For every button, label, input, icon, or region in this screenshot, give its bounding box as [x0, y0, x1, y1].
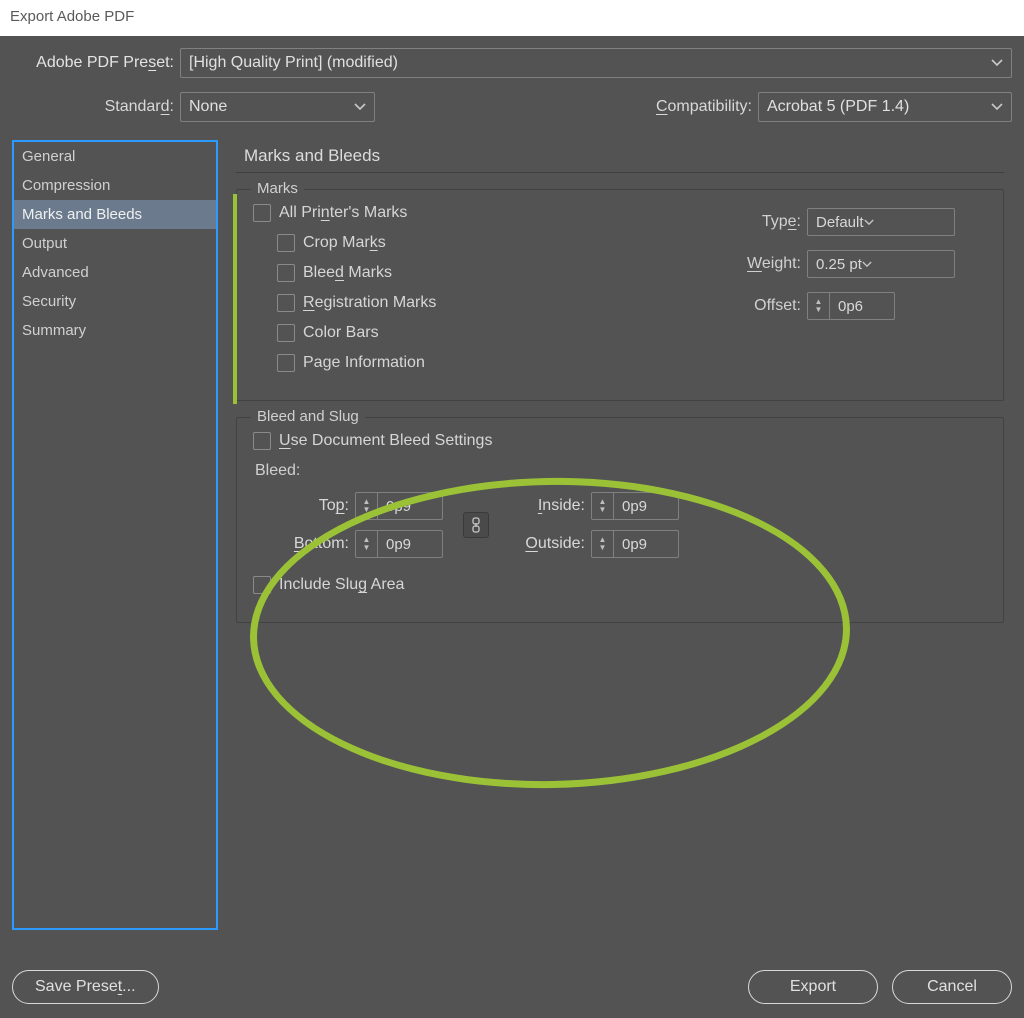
spinner-arrows-icon[interactable]: ▲▼ — [592, 531, 614, 557]
bleed-marks-checkbox[interactable] — [277, 264, 295, 282]
bleed-legend: Bleed and Slug — [251, 408, 365, 425]
use-doc-bleed-checkbox[interactable] — [253, 432, 271, 450]
sidebar-item-general[interactable]: General — [14, 142, 216, 171]
sidebar-item-output[interactable]: Output — [14, 229, 216, 258]
window-title: Export Adobe PDF — [0, 0, 1024, 36]
preset-value: [High Quality Print] (modified) — [189, 54, 398, 72]
chevron-down-icon — [864, 219, 874, 226]
sidebar-item-label: Compression — [22, 177, 110, 194]
sidebar-item-compression[interactable]: Compression — [14, 171, 216, 200]
page-info-label: Page Information — [303, 354, 425, 372]
sidebar-item-label: Marks and Bleeds — [22, 206, 142, 223]
use-doc-bleed-label: Use Document Bleed Settings — [279, 432, 492, 450]
sidebar-item-label: Security — [22, 293, 76, 310]
weight-value: 0.25 pt — [816, 256, 862, 273]
spinner-arrows-icon[interactable]: ▲▼ — [592, 493, 614, 519]
bleed-bottom-value: 0p9 — [378, 531, 442, 557]
spinner-arrows-icon[interactable]: ▲▼ — [356, 493, 378, 519]
sidebar-item-label: Advanced — [22, 264, 89, 281]
color-bars-row: Color Bars — [277, 324, 727, 342]
compat-label: Compatibility: — [656, 98, 752, 116]
chevron-down-icon — [862, 261, 872, 268]
bleed-top-spinner[interactable]: ▲▼ 0p9 — [355, 492, 443, 520]
preset-label: Adobe PDF Preset: — [12, 54, 180, 72]
include-slug-label: Include Slug Area — [279, 576, 404, 594]
bleed-bottom-spinner[interactable]: ▲▼ 0p9 — [355, 530, 443, 558]
weight-select[interactable]: 0.25 pt — [807, 250, 955, 278]
sidebar-item-security[interactable]: Security — [14, 287, 216, 316]
bleed-marks-row: Bleed Marks — [277, 264, 727, 282]
standard-label: Standard: — [12, 98, 180, 116]
type-value: Default — [816, 214, 864, 231]
use-doc-bleed-row: Use Document Bleed Settings — [253, 432, 987, 450]
accent-bar — [233, 194, 237, 404]
crop-marks-label: Crop Marks — [303, 234, 386, 252]
sidebar-item-label: Summary — [22, 322, 86, 339]
registration-marks-label: Registration Marks — [303, 294, 436, 312]
bleed-outside-value: 0p9 — [614, 531, 678, 557]
save-preset-button[interactable]: Save Preset... — [12, 970, 159, 1004]
bleed-outside-spinner[interactable]: ▲▼ 0p9 — [591, 530, 679, 558]
bleed-slug-fieldset: Bleed and Slug Use Document Bleed Settin… — [236, 417, 1004, 623]
registration-marks-row: Registration Marks — [277, 294, 727, 312]
type-select[interactable]: Default — [807, 208, 955, 236]
link-values-icon[interactable] — [463, 512, 489, 538]
export-button[interactable]: Export — [748, 970, 878, 1004]
sidebar-item-summary[interactable]: Summary — [14, 316, 216, 345]
compat-select[interactable]: Acrobat 5 (PDF 1.4) — [758, 92, 1012, 122]
bleed-marks-label: Bleed Marks — [303, 264, 392, 282]
marks-legend: Marks — [251, 180, 304, 197]
chevron-down-icon — [991, 59, 1003, 67]
crop-marks-checkbox[interactable] — [277, 234, 295, 252]
sidebar-item-label: Output — [22, 235, 67, 252]
sidebar-item-advanced[interactable]: Advanced — [14, 258, 216, 287]
bleed-heading: Bleed: — [255, 462, 987, 480]
sidebar-item-marks-bleeds[interactable]: Marks and Bleeds — [14, 200, 216, 229]
sidebar-item-label: General — [22, 148, 75, 165]
type-label: Type: — [727, 213, 801, 231]
include-slug-row: Include Slug Area — [253, 576, 987, 594]
spinner-arrows-icon[interactable]: ▲▼ — [356, 531, 378, 557]
page-info-row: Page Information — [277, 354, 727, 372]
sidebar: General Compression Marks and Bleeds Out… — [12, 140, 218, 930]
preset-select[interactable]: [High Quality Print] (modified) — [180, 48, 1012, 78]
bleed-inside-value: 0p9 — [614, 493, 678, 519]
all-printers-marks-row: All Printer's Marks — [253, 204, 727, 222]
crop-marks-row: Crop Marks — [277, 234, 727, 252]
bleed-inside-spinner[interactable]: ▲▼ 0p9 — [591, 492, 679, 520]
page-info-checkbox[interactable] — [277, 354, 295, 372]
include-slug-checkbox[interactable] — [253, 576, 271, 594]
bleed-top-value: 0p9 — [378, 493, 442, 519]
chevron-down-icon — [354, 103, 366, 111]
offset-label: Offset: — [727, 297, 801, 315]
panel-title: Marks and Bleeds — [236, 146, 1004, 173]
weight-label: Weight: — [727, 255, 801, 273]
color-bars-checkbox[interactable] — [277, 324, 295, 342]
all-printers-marks-checkbox[interactable] — [253, 204, 271, 222]
offset-spinner[interactable]: ▲▼ 0p6 — [807, 292, 895, 320]
cancel-button[interactable]: Cancel — [892, 970, 1012, 1004]
standard-value: None — [189, 98, 227, 116]
registration-marks-checkbox[interactable] — [277, 294, 295, 312]
marks-fieldset: Marks All Printer's Marks Crop Marks — [236, 189, 1004, 401]
bleed-bottom-label: Bottom: — [273, 535, 349, 553]
standard-select[interactable]: None — [180, 92, 375, 122]
bleed-top-label: Top: — [273, 497, 349, 515]
compat-value: Acrobat 5 (PDF 1.4) — [767, 98, 909, 116]
all-printers-marks-label: All Printer's Marks — [279, 204, 407, 222]
offset-value: 0p6 — [830, 293, 894, 319]
spinner-arrows-icon[interactable]: ▲▼ — [808, 293, 830, 319]
bleed-inside-label: Inside: — [509, 497, 585, 515]
bleed-outside-label: Outside: — [509, 535, 585, 553]
chevron-down-icon — [991, 103, 1003, 111]
color-bars-label: Color Bars — [303, 324, 379, 342]
